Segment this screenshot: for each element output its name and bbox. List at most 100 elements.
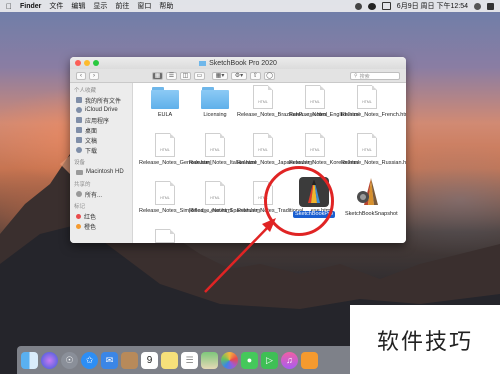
- menu-bar:  Finder 文件 编辑 显示 前往 窗口 帮助 6月9日 周日 下午12:…: [0, 0, 500, 12]
- tags-button[interactable]: ◯: [264, 71, 275, 80]
- column-view-button[interactable]: ◫: [180, 71, 191, 80]
- forward-button[interactable]: ›: [89, 71, 99, 80]
- icon-view-button[interactable]: ▦: [152, 71, 163, 80]
- battery-icon[interactable]: [381, 2, 391, 10]
- launchpad-icon[interactable]: ☉: [61, 351, 78, 369]
- file-name: Release_Notes_English.html: [289, 112, 360, 118]
- file-item[interactable]: HTML Release_Notes_Korean.html: [289, 133, 359, 167]
- file-name: Release_Notes_German.html: [139, 160, 212, 166]
- applications-icon: [76, 117, 82, 123]
- minimize-window-button[interactable]: [84, 60, 90, 66]
- sidebar-shared-header: 共享的: [74, 182, 91, 188]
- file-name: Release_Notes_French.html: [341, 112, 406, 118]
- sidebar-item-documents[interactable]: 文稿: [70, 135, 132, 145]
- back-button[interactable]: ‹: [76, 71, 86, 80]
- safari-icon[interactable]: ✩: [81, 351, 98, 369]
- list-view-button[interactable]: ☰: [166, 71, 177, 80]
- file-name: EULA: [157, 112, 173, 118]
- menu-help[interactable]: 帮助: [159, 1, 173, 11]
- close-window-button[interactable]: [75, 60, 81, 66]
- facetime-icon[interactable]: ▷: [261, 351, 278, 369]
- gallery-view-button[interactable]: ▭: [194, 71, 205, 80]
- sidebar: 个人收藏 我的所有文件 iCloud Drive 应用程序 桌面 文稿 下载 设…: [70, 83, 133, 243]
- apple-menu-icon[interactable]: : [6, 2, 12, 11]
- file-item[interactable]: HTML Release_Notes_Spanish.html: [189, 181, 262, 215]
- html-file-icon: HTML: [305, 85, 325, 109]
- file-item[interactable]: HTML Release_Notes_Italian.html: [189, 133, 256, 167]
- file-item[interactable]: HTML Release_Notes_French.html: [341, 85, 406, 119]
- file-item[interactable]: HTML Release_Notes_BrazilianP...ese.html: [237, 85, 328, 119]
- menu-go[interactable]: 前往: [115, 1, 129, 11]
- html-file-icon: [155, 229, 175, 243]
- contacts-icon[interactable]: [121, 351, 138, 369]
- document-icon: [76, 137, 82, 143]
- maps-icon[interactable]: [201, 351, 218, 369]
- file-item[interactable]: Licensing: [189, 87, 241, 119]
- arrange-button[interactable]: ▦▾: [212, 71, 228, 80]
- desktop-icon: [76, 127, 82, 133]
- menu-file[interactable]: 文件: [49, 1, 63, 11]
- sidebar-item-icloud[interactable]: iCloud Drive: [70, 105, 132, 115]
- status-menu-icon[interactable]: [354, 2, 362, 10]
- sidebar-tag-red[interactable]: 红色: [70, 211, 132, 221]
- finder-icon[interactable]: [21, 351, 38, 369]
- file-item[interactable]: HTML Release_Notes_Russian.html: [341, 133, 406, 167]
- sidebar-item-desktop[interactable]: 桌面: [70, 125, 132, 135]
- file-name: SketchBookSnapshot: [345, 211, 398, 217]
- sidebar-tag-orange[interactable]: 橙色: [70, 221, 132, 231]
- window-title: SketchBook Pro 2020: [209, 59, 277, 67]
- reminders-icon[interactable]: ☰: [181, 351, 198, 369]
- itunes-icon[interactable]: ♫: [281, 351, 298, 369]
- calendar-icon[interactable]: 9: [141, 351, 158, 369]
- file-item[interactable]: HTML Release_Notes_English.html: [289, 85, 360, 119]
- sidebar-item-downloads[interactable]: 下载: [70, 145, 132, 155]
- notes-icon[interactable]: [161, 351, 178, 369]
- sidebar-item-label: 红色: [84, 214, 97, 221]
- sketchbook-snapshot-icon: [357, 178, 378, 205]
- spotlight-icon[interactable]: [474, 2, 481, 10]
- file-type-badge: HTML: [310, 99, 320, 104]
- file-item[interactable]: HTML Release_Notes_Japanese.html: [237, 133, 313, 167]
- notification-center-icon[interactable]: [487, 2, 494, 10]
- all-files-icon: [76, 97, 82, 103]
- share-button[interactable]: ⇧: [250, 71, 261, 80]
- sidebar-item-label: iCloud Drive: [85, 107, 118, 113]
- sidebar-item-all-files[interactable]: 我的所有文件: [70, 95, 132, 105]
- search-input[interactable]: ⚲ 搜索: [350, 72, 400, 80]
- sidebar-item-shared-all[interactable]: 所有...: [70, 189, 132, 199]
- window-toolbar: ‹ › ▦ ☰ ◫ ▭ ▦▾ ⚙▾ ⇧ ◯ ⚲ 搜索: [70, 69, 406, 83]
- file-item[interactable]: [139, 229, 191, 243]
- action-gear-button[interactable]: ⚙▾: [231, 71, 247, 80]
- highlight-circle: [264, 166, 334, 236]
- sidebar-item-macintosh-hd[interactable]: Macintosh HD: [70, 167, 132, 177]
- menu-window[interactable]: 窗口: [137, 1, 151, 11]
- zoom-window-button[interactable]: [93, 60, 99, 66]
- file-item[interactable]: HTML Release_Notes_Simplified_...ese.htm…: [139, 181, 232, 215]
- html-file-icon: HTML: [253, 133, 273, 157]
- file-name: Release_Notes_Spanish.html: [189, 208, 262, 214]
- search-icon: ⚲: [354, 73, 358, 79]
- file-item[interactable]: EULA: [139, 87, 191, 119]
- sidebar-tags-header: 标记: [74, 204, 86, 210]
- sidebar-item-label: 我的所有文件: [85, 98, 122, 105]
- siri-icon[interactable]: [41, 351, 58, 369]
- sidebar-item-applications[interactable]: 应用程序: [70, 115, 132, 125]
- books-icon[interactable]: [301, 351, 318, 369]
- html-file-icon: HTML: [357, 133, 377, 157]
- file-name: Release_Notes_BrazilianP...ese.html: [237, 112, 328, 118]
- menu-app-name[interactable]: Finder: [20, 3, 41, 10]
- menu-edit[interactable]: 编辑: [71, 1, 85, 11]
- wifi-icon[interactable]: [367, 2, 376, 10]
- folder-icon: [151, 87, 179, 109]
- sketchbook-snapshot-app-item[interactable]: SketchBookSnapshot: [345, 175, 398, 218]
- photos-icon[interactable]: [221, 351, 238, 369]
- file-type-badge: HTML: [258, 147, 268, 152]
- messages-icon[interactable]: ●: [241, 351, 258, 369]
- mail-icon[interactable]: ✉: [101, 351, 118, 369]
- folder-title-icon: [199, 60, 207, 66]
- file-item[interactable]: HTML Release_Notes_German.html: [139, 133, 212, 167]
- menu-view[interactable]: 显示: [93, 1, 107, 11]
- sidebar-item-label: 橙色: [84, 224, 97, 231]
- finder-window: SketchBook Pro 2020 ‹ › ▦ ☰ ◫ ▭ ▦▾ ⚙▾ ⇧ …: [70, 57, 406, 243]
- menu-clock[interactable]: 6月9日 周日 下午12:54: [397, 1, 468, 11]
